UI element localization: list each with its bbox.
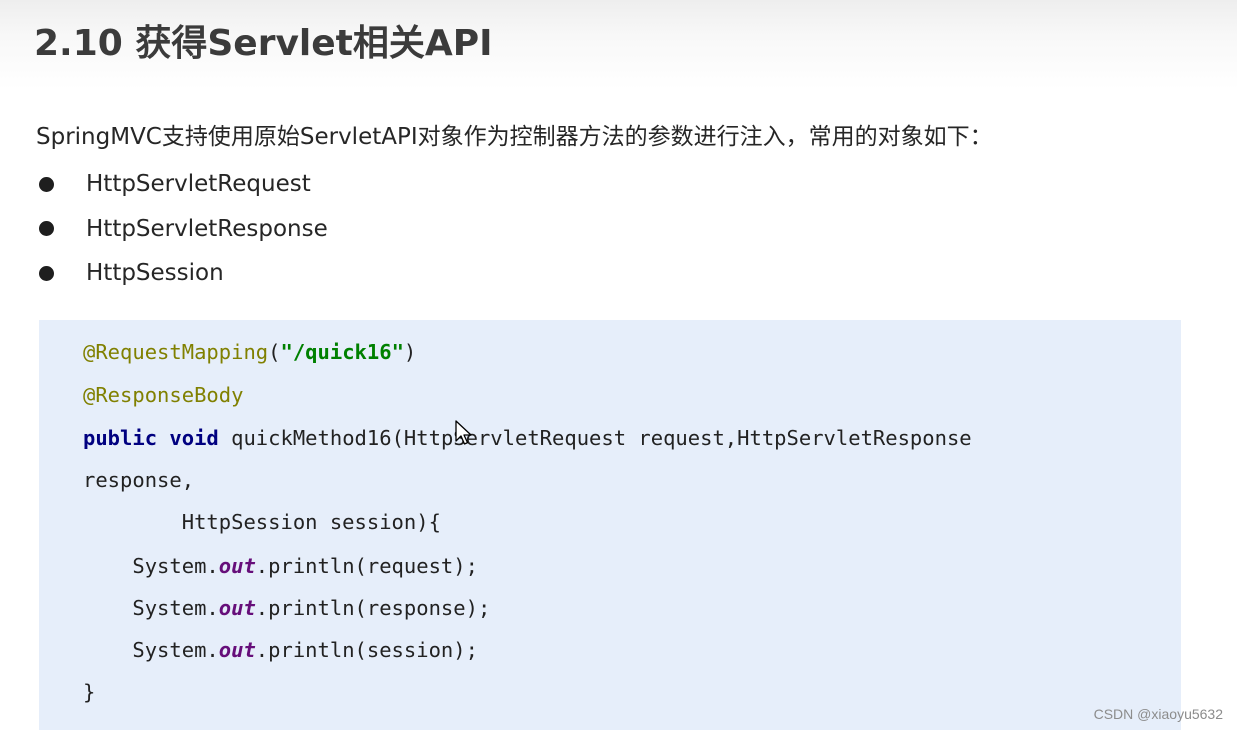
- code-line-method-signature: public void quickMethod16(HttpServletReq…: [83, 425, 972, 451]
- code-line-response-param: response,: [83, 468, 195, 492]
- bullet-text: HttpSession: [86, 260, 224, 287]
- mouse-pointer-icon: [455, 420, 472, 445]
- bullet-item: HttpSession: [36, 251, 328, 296]
- code-text: .println(request);: [255, 554, 478, 578]
- bullet-text: HttpServletRequest: [86, 171, 311, 198]
- static-field-token: out: [218, 554, 256, 578]
- bullet-item: HttpServletRequest: [36, 162, 328, 207]
- slide-title: 2.10 获得Servlet相关API: [34, 23, 493, 64]
- static-field-token: out: [218, 596, 256, 620]
- bullet-item: HttpServletResponse: [36, 207, 328, 252]
- code-text: quickMethod16(HttpServletRequest request…: [218, 426, 972, 450]
- code-text: System.: [83, 596, 219, 620]
- code-text: .println(response);: [255, 596, 491, 620]
- watermark: CSDN @xiaoyu5632: [1093, 706, 1223, 722]
- code-line-session-param: HttpSession session){: [83, 510, 441, 534]
- intro-text: SpringMVC支持使用原始ServletAPI对象作为控制器方法的参数进行注…: [36, 124, 993, 150]
- code-line-print-request: System.out.println(request);: [83, 553, 478, 579]
- bullet-dot-icon: [39, 265, 54, 281]
- bullet-text: HttpServletResponse: [86, 215, 328, 242]
- code-block: @RequestMapping("/quick16") @ResponseBod…: [39, 320, 1181, 730]
- annotation-token: @ResponseBody: [83, 383, 244, 407]
- static-field-token: out: [218, 638, 256, 662]
- string-token: "/quick16": [280, 340, 404, 364]
- code-text: .println(session);: [255, 638, 478, 662]
- bullet-dot-icon: [39, 176, 54, 192]
- code-line-request-mapping: @RequestMapping("/quick16"): [83, 339, 416, 365]
- keyword-token: void: [169, 426, 219, 450]
- code-line-print-session: System.out.println(session);: [83, 637, 478, 663]
- bullet-dot-icon: [39, 221, 54, 237]
- paren-token: ): [403, 340, 417, 364]
- keyword-token: public: [83, 426, 158, 450]
- bullet-list: HttpServletRequest HttpServletResponse H…: [36, 162, 328, 296]
- code-line-response-body: @ResponseBody: [83, 382, 243, 408]
- annotation-token: @RequestMapping: [83, 340, 269, 364]
- code-text: System.: [83, 554, 219, 578]
- code-line-print-response: System.out.println(response);: [83, 595, 490, 621]
- paren-token: (: [268, 340, 281, 364]
- code-text: System.: [83, 638, 219, 662]
- code-line-closing-brace: }: [83, 680, 96, 704]
